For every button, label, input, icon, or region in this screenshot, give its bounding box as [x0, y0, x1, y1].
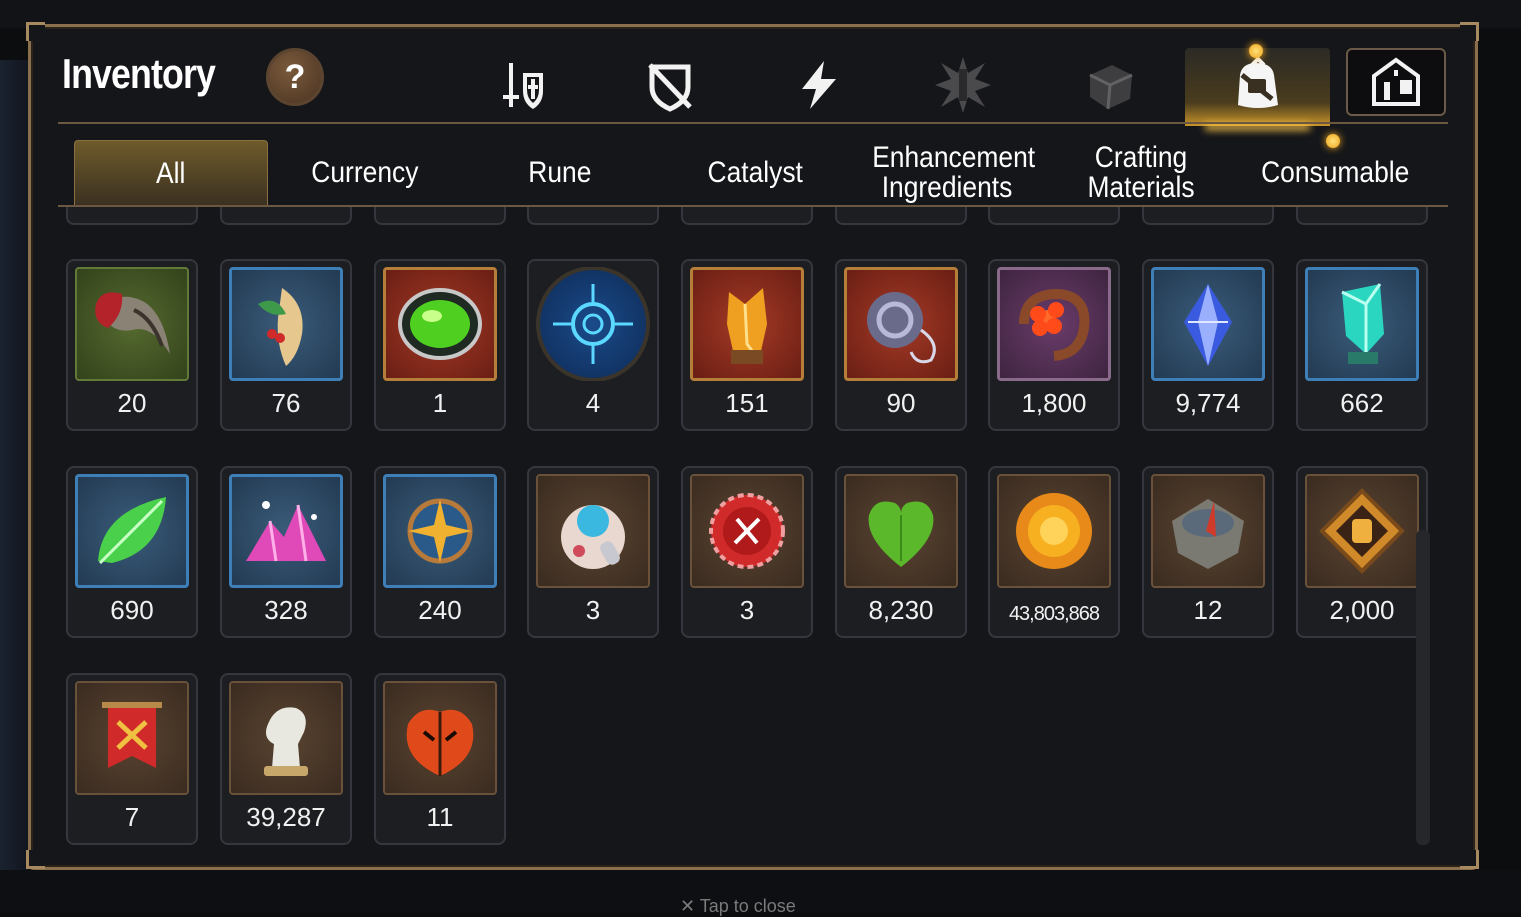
- category-energy[interactable]: [788, 55, 848, 115]
- item-slot-partial: [527, 207, 659, 225]
- item-slot[interactable]: 3: [527, 466, 659, 638]
- green-heart-icon: [868, 501, 934, 567]
- notification-dot: [1249, 44, 1263, 58]
- item-slot-partial: [220, 207, 352, 225]
- item-slot[interactable]: 90: [835, 259, 967, 431]
- rune-orb-icon: [553, 284, 633, 364]
- item-slot[interactable]: 1: [374, 259, 506, 431]
- corner-ornament: [26, 22, 45, 41]
- item-slot-partial: [835, 207, 967, 225]
- item-slot-partial: [1142, 207, 1274, 225]
- item-slot[interactable]: 39,287: [220, 673, 352, 845]
- item-slot[interactable]: 2,000: [1296, 466, 1428, 638]
- item-slot[interactable]: 76: [220, 259, 352, 431]
- tab-enhancement-ingredients[interactable]: Enhancement Ingredients: [852, 140, 1042, 206]
- bag-icon: [1238, 56, 1278, 108]
- question-icon: ?: [284, 57, 306, 96]
- tab-currency[interactable]: Currency: [270, 140, 460, 206]
- item-slot[interactable]: 11: [374, 673, 506, 845]
- category-no-equip[interactable]: [640, 55, 700, 115]
- gold-coin-icon: [1016, 493, 1092, 569]
- corner-ornament: [1460, 22, 1479, 41]
- pod-icon: [561, 505, 625, 569]
- item-slot[interactable]: 3: [681, 466, 813, 638]
- item-slot[interactable]: 690: [66, 466, 198, 638]
- pink-crystal-icon: [246, 501, 326, 562]
- item-slot[interactable]: 151: [681, 259, 813, 431]
- category-bag[interactable]: [1228, 55, 1288, 115]
- no-shield-icon: [648, 63, 692, 112]
- red-leaf-icon: [406, 709, 474, 776]
- tab-consumable[interactable]: Consumable: [1240, 140, 1430, 206]
- page-title: Inventory: [62, 50, 216, 97]
- sword-shield-icon: [503, 63, 543, 109]
- notification-dot: [1326, 134, 1340, 148]
- claw-icon: [95, 292, 170, 354]
- badge-icon: [709, 493, 785, 569]
- banner-icon: [102, 702, 162, 768]
- item-slot-partial: [1296, 207, 1428, 225]
- teal-crystal-icon: [1341, 283, 1384, 364]
- category-shop[interactable]: [1346, 48, 1446, 116]
- star-amulet-icon: [407, 498, 473, 564]
- root-icon: [258, 288, 303, 366]
- scrollbar[interactable]: [1416, 530, 1430, 845]
- item-slot[interactable]: 9,774: [1142, 259, 1274, 431]
- tab-rune[interactable]: Rune: [465, 140, 655, 206]
- item-slot[interactable]: 4: [527, 259, 659, 431]
- tab-crafting-materials[interactable]: Crafting Materials: [1046, 140, 1236, 206]
- item-slot[interactable]: 43,803,868: [988, 466, 1120, 638]
- item-slot[interactable]: 20: [66, 259, 198, 431]
- blue-diamond-icon: [1184, 284, 1232, 366]
- flower-ring-icon: [1019, 288, 1090, 361]
- item-slot[interactable]: 328: [220, 466, 352, 638]
- category-equipment[interactable]: [493, 55, 553, 115]
- tab-all[interactable]: All: [74, 140, 268, 207]
- green-gem-icon: [398, 288, 482, 360]
- category-artifacts[interactable]: [1080, 55, 1140, 115]
- chess-knight-icon: [264, 707, 308, 776]
- lightning-icon: [802, 61, 836, 109]
- cube-icon: [1089, 65, 1133, 110]
- item-slot[interactable]: 240: [374, 466, 506, 638]
- item-slot[interactable]: 8,230: [835, 466, 967, 638]
- item-slot-partial: [66, 207, 198, 225]
- corner-ornament: [26, 850, 45, 869]
- item-slot[interactable]: 12: [1142, 466, 1274, 638]
- divider: [58, 122, 1448, 124]
- amber-crystal-icon: [727, 288, 767, 364]
- item-slot-partial: [681, 207, 813, 225]
- item-slot[interactable]: 1,800: [988, 259, 1120, 431]
- item-slot[interactable]: 662: [1296, 259, 1428, 431]
- item-slot-partial: [988, 207, 1120, 225]
- item-slot-partial: [374, 207, 506, 225]
- starburst-icon: [935, 57, 991, 113]
- item-slot[interactable]: 7: [66, 673, 198, 845]
- leaf-icon: [98, 497, 166, 565]
- coil-icon: [867, 292, 936, 364]
- help-button[interactable]: ?: [266, 48, 324, 106]
- category-skills[interactable]: [933, 55, 993, 115]
- tab-catalyst[interactable]: Catalyst: [660, 140, 850, 206]
- building-icon: [1372, 57, 1420, 106]
- close-hint[interactable]: ✕ Tap to close: [680, 896, 796, 917]
- corner-ornament: [1460, 850, 1479, 869]
- stone-compass-icon: [1172, 499, 1244, 569]
- fist-emblem-icon: [1319, 488, 1405, 574]
